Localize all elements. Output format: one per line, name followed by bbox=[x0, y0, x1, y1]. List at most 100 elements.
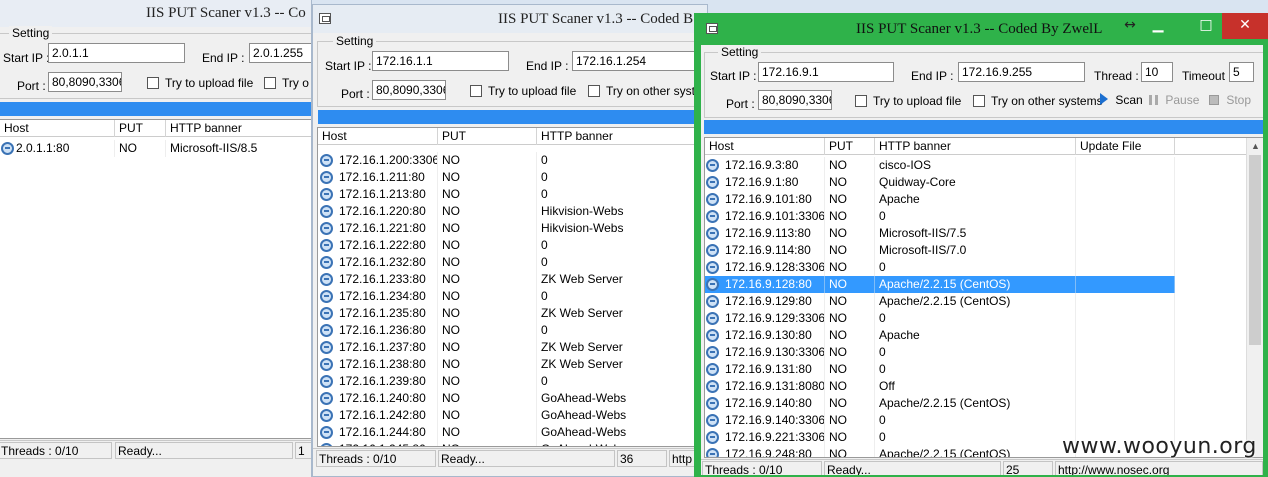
table-row[interactable]: 172.16.1.240:80 NO GoAhead-Webs bbox=[318, 390, 707, 407]
column-update-file[interactable]: Update File bbox=[1076, 138, 1175, 155]
host-cell: 172.16.9.128:80 bbox=[721, 276, 825, 293]
port-input[interactable]: 80,8090,3306 bbox=[758, 90, 832, 110]
start-ip-input[interactable]: 2.0.1.1 bbox=[48, 43, 185, 63]
globe-icon bbox=[706, 312, 719, 325]
timeout-label: Timeout : bbox=[1182, 69, 1232, 83]
table-row[interactable]: 172.16.1.238:80 NO ZK Web Server bbox=[318, 356, 707, 373]
column-banner[interactable]: HTTP banner bbox=[537, 128, 707, 145]
column-host[interactable]: Host bbox=[705, 138, 825, 155]
table-row[interactable]: 172.16.1.236:80 NO 0 bbox=[318, 322, 707, 339]
timeout-input[interactable]: 5 bbox=[1229, 62, 1254, 82]
table-row[interactable]: 172.16.1.245:80NOGoAhead-Webs bbox=[318, 441, 707, 446]
upload-checkbox[interactable] bbox=[470, 85, 482, 97]
table-row[interactable]: 172.16.1.239:80 NO 0 bbox=[318, 373, 707, 390]
table-row[interactable]: 172.16.1.213:80 NO 0 bbox=[318, 186, 707, 203]
table-row[interactable]: 172.16.1.221:80 NO Hikvision-Webs bbox=[318, 220, 707, 237]
banner-cell: GoAhead-Webs bbox=[537, 441, 707, 446]
table-row[interactable]: 172.16.9.131:8080 NO Off bbox=[705, 378, 1175, 395]
scroll-thumb[interactable] bbox=[1249, 155, 1261, 345]
table-row[interactable]: 172.16.1.200:3306 NO 0 bbox=[318, 152, 707, 169]
end-ip-input[interactable]: 172.16.9.255 bbox=[958, 62, 1085, 82]
progress-bar bbox=[318, 110, 707, 124]
column-host[interactable]: Host bbox=[0, 120, 115, 137]
move-icon[interactable]: ↔ bbox=[1118, 13, 1142, 39]
minimize-button[interactable]: ▁ bbox=[1146, 13, 1170, 39]
table-row[interactable]: 172.16.9.128:3306 NO 0 bbox=[705, 259, 1175, 276]
column-banner[interactable]: HTTP banner bbox=[875, 138, 1076, 155]
globe-icon bbox=[320, 188, 333, 201]
table-row[interactable]: 2.0.1.1:80 NO Microsoft-IIS/8.5 bbox=[0, 140, 311, 157]
table-row[interactable]: 172.16.9.3:80 NO cisco-IOS bbox=[705, 157, 1175, 174]
column-put[interactable]: PUT bbox=[115, 120, 166, 137]
put-cell: NO bbox=[825, 310, 875, 327]
table-row[interactable]: 172.16.9.130:80 NO Apache bbox=[705, 327, 1175, 344]
other-system-checkbox[interactable] bbox=[973, 95, 985, 107]
table-row[interactable]: 172.16.1.235:80 NO ZK Web Server bbox=[318, 305, 707, 322]
table-row[interactable]: 172.16.9.1:80 NO Quidway-Core bbox=[705, 174, 1175, 191]
host-cell: 172.16.1.238:80 bbox=[335, 356, 438, 373]
table-row[interactable]: 172.16.1.233:80 NO ZK Web Server bbox=[318, 271, 707, 288]
column-put[interactable]: PUT bbox=[438, 128, 537, 145]
table-row[interactable]: 172.16.1.244:80 NO GoAhead-Webs bbox=[318, 424, 707, 441]
table-row[interactable]: 172.16.9.131:80 NO 0 bbox=[705, 361, 1175, 378]
table-row[interactable]: 172.16.1.232:80 NO 0 bbox=[318, 254, 707, 271]
table-row[interactable]: 172.16.9.101:3306 NO 0 bbox=[705, 208, 1175, 225]
window-3-titlebar[interactable]: IIS PUT Scaner v1.3 -- Coded By ZwelL bbox=[694, 13, 1268, 45]
banner-cell: 0 bbox=[875, 429, 1076, 446]
progress-bar bbox=[704, 120, 1263, 134]
table-row[interactable]: 172.16.9.130:3306 NO 0 bbox=[705, 344, 1175, 361]
start-ip-input[interactable]: 172.16.1.1 bbox=[372, 51, 509, 71]
put-cell: NO bbox=[438, 339, 537, 356]
results-list[interactable]: Host PUT HTTP banner 172.16.1.200:3306 NO… bbox=[317, 127, 707, 447]
table-row[interactable]: 172.16.1.211:80 NO 0 bbox=[318, 169, 707, 186]
window-1-titlebar[interactable]: IIS PUT Scaner v1.3 -- Co bbox=[0, 0, 311, 27]
host-cell: 172.16.9.140:80 bbox=[721, 395, 825, 412]
table-row[interactable]: 172.16.1.237:80 NO ZK Web Server bbox=[318, 339, 707, 356]
window-2-titlebar[interactable]: IIS PUT Scaner v1.3 -- Coded B bbox=[313, 5, 707, 33]
host-cell: 172.16.9.113:80 bbox=[721, 225, 825, 242]
table-row[interactable]: 172.16.9.101:80 NO Apache bbox=[705, 191, 1175, 208]
put-cell: NO bbox=[438, 237, 537, 254]
thread-input[interactable]: 10 bbox=[1141, 62, 1173, 82]
vertical-scrollbar[interactable]: ▲ bbox=[1246, 138, 1263, 457]
upload-checkbox[interactable] bbox=[147, 77, 159, 89]
table-row[interactable]: 172.16.9.140:3306 NO 0 bbox=[705, 412, 1175, 429]
scan-button[interactable]: Scan bbox=[1100, 90, 1143, 110]
column-banner[interactable]: HTTP banner bbox=[166, 120, 311, 137]
results-list[interactable]: Host PUT HTTP banner Update File 172.16.… bbox=[704, 137, 1263, 458]
column-host[interactable]: Host bbox=[318, 128, 438, 145]
scroll-up-icon[interactable]: ▲ bbox=[1251, 142, 1260, 151]
results-list[interactable]: Host PUT HTTP banner 2.0.1.1:80 NO Microso… bbox=[0, 119, 311, 439]
put-cell: NO bbox=[438, 220, 537, 237]
update-file-cell bbox=[1076, 310, 1175, 327]
stop-button[interactable]: Stop bbox=[1209, 90, 1251, 110]
end-ip-input[interactable]: 172.16.1.254 bbox=[572, 51, 702, 71]
table-row[interactable]: 172.16.9.129:3306 NO 0 bbox=[705, 310, 1175, 327]
end-ip-input[interactable]: 2.0.1.255 bbox=[249, 43, 311, 63]
start-ip-input[interactable]: 172.16.9.1 bbox=[758, 62, 894, 82]
maximize-button[interactable]: □ bbox=[1194, 13, 1218, 39]
globe-icon bbox=[320, 307, 333, 320]
table-row[interactable]: 172.16.1.234:80 NO 0 bbox=[318, 288, 707, 305]
table-row[interactable]: 172.16.1.222:80 NO 0 bbox=[318, 237, 707, 254]
banner-cell: ZK Web Server bbox=[537, 305, 707, 322]
table-row[interactable]: 172.16.1.220:80 NO Hikvision-Webs bbox=[318, 203, 707, 220]
other-system-checkbox[interactable] bbox=[264, 77, 276, 89]
table-row[interactable]: 172.16.9.128:80 NO Apache/2.2.15 (CentOS) bbox=[705, 276, 1175, 293]
banner-cell: Hikvision-Webs bbox=[537, 220, 707, 237]
pause-button[interactable]: Pause bbox=[1149, 90, 1199, 110]
banner-cell: GoAhead-Webs bbox=[537, 424, 707, 441]
table-row[interactable]: 172.16.9.140:80 NO Apache/2.2.15 (CentOS) bbox=[705, 395, 1175, 412]
table-row[interactable]: 172.16.1.242:80 NO GoAhead-Webs bbox=[318, 407, 707, 424]
port-input[interactable]: 80,8090,3306 bbox=[48, 72, 122, 92]
put-cell: NO bbox=[438, 305, 537, 322]
table-row[interactable]: 172.16.9.113:80 NO Microsoft-IIS/7.5 bbox=[705, 225, 1175, 242]
globe-icon bbox=[320, 443, 333, 446]
table-row[interactable]: 172.16.9.114:80 NO Microsoft-IIS/7.0 bbox=[705, 242, 1175, 259]
table-row[interactable]: 172.16.9.129:80 NO Apache/2.2.15 (CentOS) bbox=[705, 293, 1175, 310]
port-input[interactable]: 80,8090,3306 bbox=[372, 80, 446, 100]
upload-checkbox[interactable] bbox=[855, 95, 867, 107]
other-system-checkbox[interactable] bbox=[588, 85, 600, 97]
close-button[interactable]: ✕ bbox=[1222, 13, 1268, 39]
column-put[interactable]: PUT bbox=[825, 138, 875, 155]
